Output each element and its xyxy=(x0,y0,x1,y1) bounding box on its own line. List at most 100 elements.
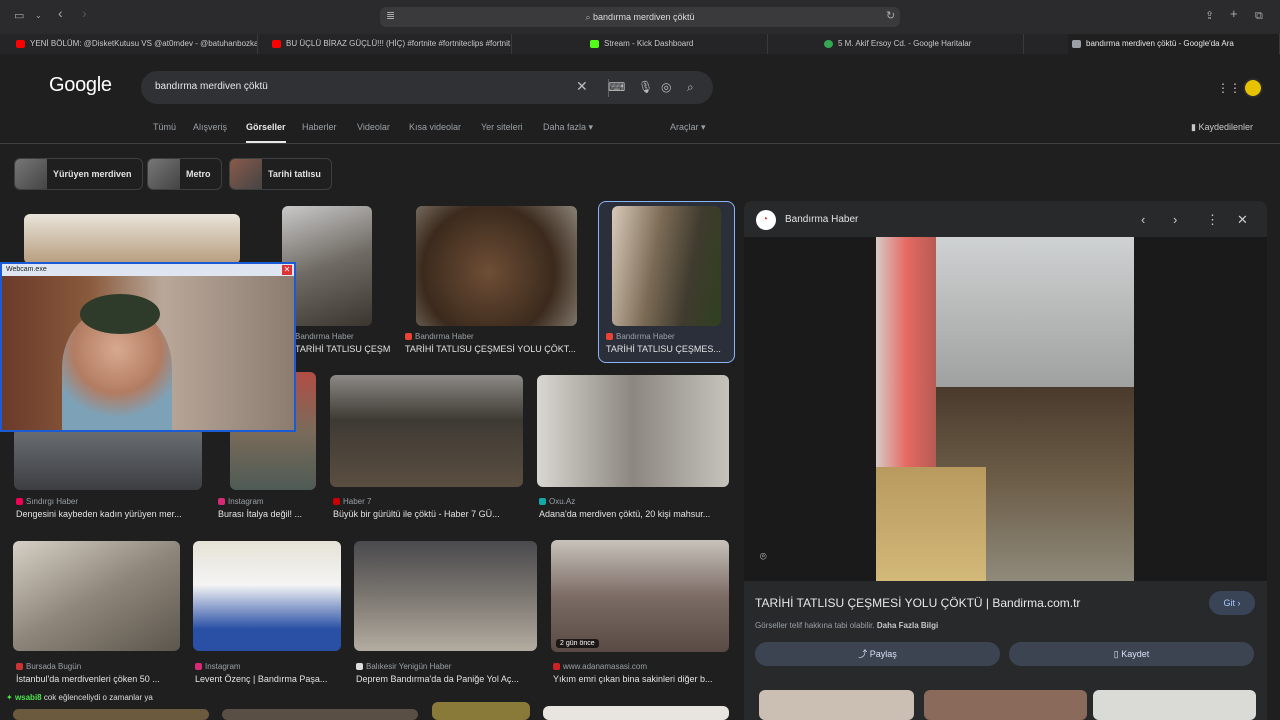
new-tab-icon[interactable]: + xyxy=(1230,7,1238,21)
result-caption[interactable]: Yıkım emri çıkan bina sakinleri diğer b.… xyxy=(553,674,729,684)
avatar[interactable] xyxy=(1243,78,1263,98)
lens-icon[interactable]: ◎ xyxy=(661,80,671,94)
save-button[interactable]: ▯ Kaydet xyxy=(1009,642,1254,666)
chip-tatlisu[interactable]: Tarihi tatlısu xyxy=(229,158,332,190)
close-icon[interactable]: ✕ xyxy=(282,265,292,275)
youtube-icon xyxy=(272,40,281,48)
result-caption[interactable]: Adana'da merdiven çöktü, 20 kişi mahsur.… xyxy=(539,509,729,519)
favicon-icon xyxy=(333,498,340,505)
close-icon[interactable]: ✕ xyxy=(1237,212,1248,228)
kick-icon xyxy=(590,40,599,48)
result-source[interactable]: Bursada Bugün xyxy=(16,662,81,671)
chip-metro[interactable]: Metro xyxy=(147,158,222,190)
webcam-video xyxy=(2,276,294,430)
result-source[interactable]: Bandırma Haber xyxy=(405,332,474,341)
sidebar-toggle-icon[interactable]: ▭ xyxy=(14,9,24,23)
result-image[interactable] xyxy=(193,541,341,651)
microphone-icon[interactable]: 🎙 xyxy=(638,80,653,94)
result-source[interactable]: Instagram xyxy=(195,662,241,671)
result-image[interactable]: 2 gün önce xyxy=(551,540,729,652)
result-source[interactable]: Balıkesir Yenigün Haber xyxy=(356,662,451,671)
tab-images[interactable]: Görseller xyxy=(246,122,286,132)
result-image[interactable] xyxy=(13,709,209,720)
reload-icon[interactable]: ↻ xyxy=(886,9,895,23)
result-image[interactable] xyxy=(432,702,530,720)
result-source[interactable]: Bandırma Haber xyxy=(295,332,354,341)
result-image[interactable] xyxy=(416,206,577,326)
preview-image[interactable] xyxy=(876,237,1134,581)
share-button[interactable]: ⤴ Paylaş xyxy=(755,642,1000,666)
result-image[interactable] xyxy=(24,214,240,264)
bookmark-icon: ▮ xyxy=(1191,122,1196,132)
tab-4[interactable]: 5 M. Akif Ersoy Cd. - Google Haritalar xyxy=(820,34,1024,54)
tab-1[interactable]: YENİ BÖLÜM: @DisketKutusu VS @at0mdev - … xyxy=(12,34,258,54)
google-logo[interactable]: Google xyxy=(49,74,112,97)
tab-3[interactable]: Stream - Kick Dashboard xyxy=(586,34,768,54)
address-bar[interactable]: ⌕ bandırma merdiven çöktü xyxy=(380,7,900,27)
keyboard-icon[interactable]: ⌨ xyxy=(608,80,625,94)
share-icon[interactable]: ⇪ xyxy=(1205,9,1214,23)
more-options-icon[interactable]: ⋮ xyxy=(1206,212,1219,228)
tab-more[interactable]: Daha fazla ▾ xyxy=(543,122,593,133)
result-source[interactable]: Instagram xyxy=(218,497,264,506)
chat-message: ✦ wsabi8 cok eğlenceliydi o zamanlar ya xyxy=(0,690,420,706)
result-caption[interactable]: Deprem Bandırma'da da Paniğe Yol Aç... xyxy=(356,674,536,684)
chip-escalator[interactable]: Yürüyen merdiven xyxy=(14,158,143,190)
result-image[interactable] xyxy=(612,206,721,326)
related-image[interactable] xyxy=(924,690,1087,720)
visit-button[interactable]: Git › xyxy=(1209,591,1255,615)
result-source[interactable]: www.adanamasasi.com xyxy=(553,662,647,671)
tab-news[interactable]: Haberler xyxy=(302,122,337,132)
result-caption[interactable]: TARİHİ TATLISU ÇEŞMESİ YOLU ÇÖKT... xyxy=(405,344,587,354)
result-image[interactable] xyxy=(543,706,729,720)
tab-places[interactable]: Yer siteleri xyxy=(481,122,523,132)
result-caption[interactable]: Levent Özenç | Bandırma Paşa... xyxy=(195,674,340,684)
result-source[interactable]: Haber 7 xyxy=(333,497,371,506)
result-image[interactable] xyxy=(537,375,729,487)
search-box[interactable]: bandırma merdiven çöktü ✕ ⌨ 🎙 ◎ ⌕ xyxy=(141,71,713,104)
result-source[interactable]: Bandırma Haber xyxy=(606,332,675,341)
tab-short-videos[interactable]: Kısa videolar xyxy=(409,122,461,132)
result-source[interactable]: Oxu.Az xyxy=(539,497,575,506)
search-icon[interactable]: ⌕ xyxy=(687,80,694,95)
clear-icon[interactable]: ✕ xyxy=(576,78,588,95)
result-image[interactable] xyxy=(13,541,180,651)
result-image[interactable] xyxy=(354,541,537,651)
google-icon xyxy=(1072,40,1081,48)
tab-2[interactable]: BU ÜÇLÜ BİRAZ GÜÇLÜ!!! (HİÇ) #fortnite #… xyxy=(268,34,512,54)
reader-icon[interactable]: ≣ xyxy=(386,9,395,23)
saved-button[interactable]: ▮ Kaydedilenler xyxy=(1191,122,1253,133)
result-image[interactable] xyxy=(222,709,418,720)
tab-5[interactable]: bandırma merdiven çöktü - Google'da Ara xyxy=(1068,34,1280,54)
webcam-titlebar: Webcam.exe xyxy=(2,264,294,276)
result-image[interactable] xyxy=(14,428,202,490)
result-source[interactable]: Sındırgı Haber xyxy=(16,497,78,506)
result-caption[interactable]: İstanbul'da merdivenleri çöken 50 ... xyxy=(16,674,181,684)
preview-source-name[interactable]: Bandırma Haber xyxy=(785,214,858,225)
lens-icon[interactable]: ⌾ xyxy=(760,551,767,564)
result-caption[interactable]: Dengesini kaybeden kadın yürüyen mer... xyxy=(16,509,196,519)
next-icon[interactable]: › xyxy=(1173,212,1177,227)
related-image[interactable] xyxy=(1093,690,1256,720)
result-caption[interactable]: Burası İtalya değil! ... xyxy=(218,509,318,519)
preview-title[interactable]: TARİHİ TATLISU ÇEŞMESİ YOLU ÇÖKTÜ | Band… xyxy=(755,596,1080,610)
related-image[interactable] xyxy=(759,690,914,720)
result-caption[interactable]: Büyük bir gürültü ile çöktü - Haber 7 GÜ… xyxy=(333,509,523,519)
preview-panel: ◔ Bandırma Haber ‹ › ⋮ ✕ ⌾ TARİHİ TATLIS… xyxy=(744,201,1267,720)
result-image[interactable] xyxy=(330,375,523,487)
tab-all[interactable]: Tümü xyxy=(153,122,176,132)
result-caption[interactable]: TARİHİ TATLISU ÇEŞMES... xyxy=(295,344,391,354)
favicon-icon xyxy=(16,663,23,670)
forward-icon[interactable]: › xyxy=(82,6,87,20)
result-caption[interactable]: TARİHİ TATLISU ÇEŞMES... xyxy=(606,344,728,354)
back-icon[interactable]: ‹ xyxy=(58,6,63,20)
tools-button[interactable]: Araçlar ▾ xyxy=(670,122,706,133)
maps-pin-icon xyxy=(824,40,833,48)
learn-more-link[interactable]: Daha Fazla Bilgi xyxy=(877,621,938,630)
tab-videos[interactable]: Videolar xyxy=(357,122,390,132)
tab-overview-icon[interactable]: ⧉ xyxy=(1255,9,1263,23)
search-input[interactable]: bandırma merdiven çöktü xyxy=(155,81,268,92)
tab-shopping[interactable]: Alışveriş xyxy=(193,122,227,132)
previous-icon[interactable]: ‹ xyxy=(1141,212,1145,227)
chevron-down-icon[interactable]: ⌄ xyxy=(35,9,42,23)
